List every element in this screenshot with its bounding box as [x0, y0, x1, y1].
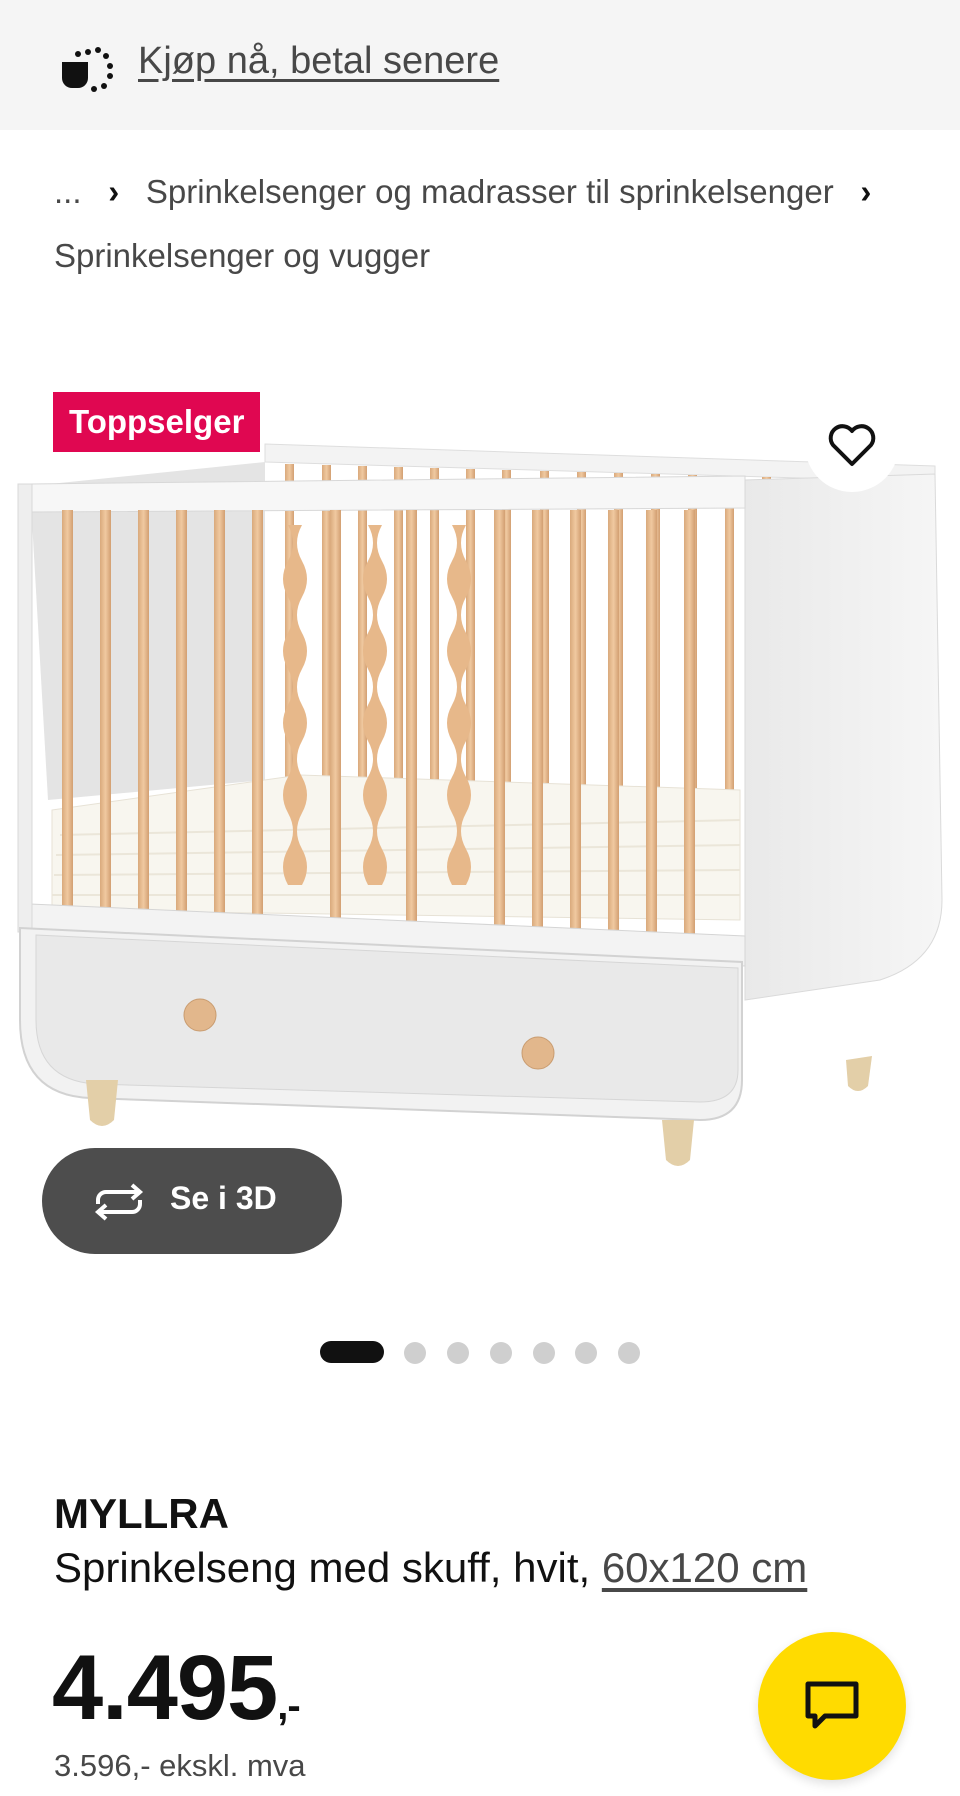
view-in-3d-button[interactable]: Se i 3D	[42, 1148, 342, 1254]
carousel-dot[interactable]	[447, 1342, 469, 1364]
carousel-dot-active[interactable]	[320, 1341, 384, 1363]
product-image[interactable]	[0, 380, 960, 1260]
breadcrumb-ellipsis[interactable]: ...	[54, 160, 82, 224]
bnpl-link[interactable]: Kjøp nå, betal senere	[138, 40, 499, 83]
view-in-3d-label: Se i 3D	[170, 1180, 277, 1216]
product-size-link[interactable]: 60x120 cm	[602, 1544, 807, 1591]
product-name: MYLLRA	[54, 1490, 229, 1537]
price-ex-vat: 3.596,- ekskl. mva	[54, 1748, 306, 1783]
price-value: 4.495	[52, 1637, 278, 1739]
carousel-dot[interactable]	[404, 1342, 426, 1364]
chat-button[interactable]	[758, 1632, 906, 1780]
chevron-right-icon: ›	[108, 173, 120, 210]
breadcrumb-item-cribs-cradles[interactable]: Sprinkelsenger og vugger	[54, 237, 430, 274]
carousel-dot[interactable]	[575, 1342, 597, 1364]
bnpl-banner: Kjøp nå, betal senere	[0, 0, 960, 130]
breadcrumb-item-cribs-mattresses[interactable]: Sprinkelsenger og madrasser til sprinkel…	[146, 173, 834, 210]
carousel-dot[interactable]	[618, 1342, 640, 1364]
carousel-dot[interactable]	[533, 1342, 555, 1364]
product-description-text: Sprinkelseng med skuff, hvit,	[54, 1544, 591, 1591]
heart-icon	[828, 424, 876, 466]
image-carousel-indicator	[0, 1340, 960, 1364]
price-suffix: ,-	[277, 1684, 300, 1728]
favorite-button[interactable]	[805, 398, 899, 492]
price: 4.495,-	[52, 1636, 301, 1741]
breadcrumb: ... › Sprinkelsenger og madrasser til sp…	[54, 160, 934, 288]
chevron-right-icon: ›	[860, 173, 872, 210]
product-description: Sprinkelseng med skuff, hvit, 60x120 cm	[54, 1544, 807, 1592]
payment-split-icon	[62, 47, 113, 92]
top-seller-badge: Toppselger	[53, 392, 261, 452]
chat-icon	[805, 1681, 859, 1729]
rotate-3d-icon	[94, 1183, 144, 1221]
carousel-dot[interactable]	[490, 1342, 512, 1364]
